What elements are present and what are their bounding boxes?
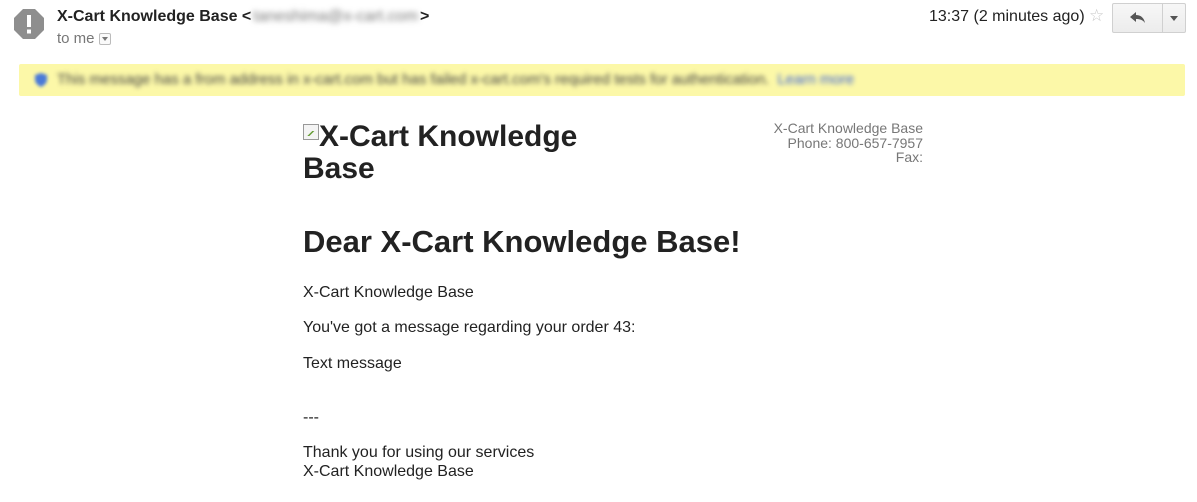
reply-button[interactable] xyxy=(1113,4,1163,32)
chevron-down-icon xyxy=(1170,15,1178,21)
sender-email-close: > xyxy=(420,8,430,25)
sender-line: X-Cart Knowledge Base < taneshima@x-cart.… xyxy=(57,7,429,27)
body-line-message: Text message xyxy=(303,355,402,372)
show-details-icon[interactable] xyxy=(98,33,111,46)
shield-icon xyxy=(35,73,47,87)
company-name: X-Cart Knowledge Base xyxy=(773,120,923,136)
learn-more-link[interactable]: Learn more xyxy=(777,71,854,88)
signature-separator: --- xyxy=(303,409,319,426)
body-line-name: X-Cart Knowledge Base xyxy=(303,284,474,301)
email-view: X-Cart Knowledge Base < taneshima@x-cart.… xyxy=(0,0,1197,502)
banner-message: This message has a from address in x-car… xyxy=(57,71,854,89)
sender-email[interactable]: taneshima@x-cart.com xyxy=(251,7,420,27)
authentication-warning-banner: This message has a from address in x-car… xyxy=(19,64,1185,96)
company-info: X-Cart Knowledge Base Phone: 800-657-795… xyxy=(774,121,923,165)
recipient-text: to me xyxy=(57,30,95,47)
reply-button-group xyxy=(1112,3,1186,33)
broken-image-icon xyxy=(303,124,319,140)
signature-line: X-Cart Knowledge Base xyxy=(303,463,474,480)
email-greeting: Dear X-Cart Knowledge Base! xyxy=(303,224,741,259)
banner-text: This message has a from address in x-car… xyxy=(57,71,770,88)
thanks-line: Thank you for using our services xyxy=(303,444,535,461)
company-logo: X-Cart Knowledge Base xyxy=(303,121,633,185)
company-phone: Phone: 800-657-7957 xyxy=(787,134,923,151)
sender-name[interactable]: X-Cart Knowledge Base xyxy=(57,8,237,25)
logo-alt-text: X-Cart Knowledge Base xyxy=(303,120,578,185)
unknown-sender-icon xyxy=(13,8,45,40)
body-line-order: You've got a message regarding your orde… xyxy=(303,319,636,336)
reply-icon xyxy=(1129,12,1145,23)
more-actions-button[interactable] xyxy=(1163,4,1185,32)
star-icon[interactable]: ☆ xyxy=(1089,6,1104,26)
sender-email-open: < xyxy=(237,8,252,25)
timestamp: 13:37 (2 minutes ago) xyxy=(929,8,1085,25)
recipient-line: to me xyxy=(57,30,111,48)
company-fax: Fax: xyxy=(895,149,923,165)
